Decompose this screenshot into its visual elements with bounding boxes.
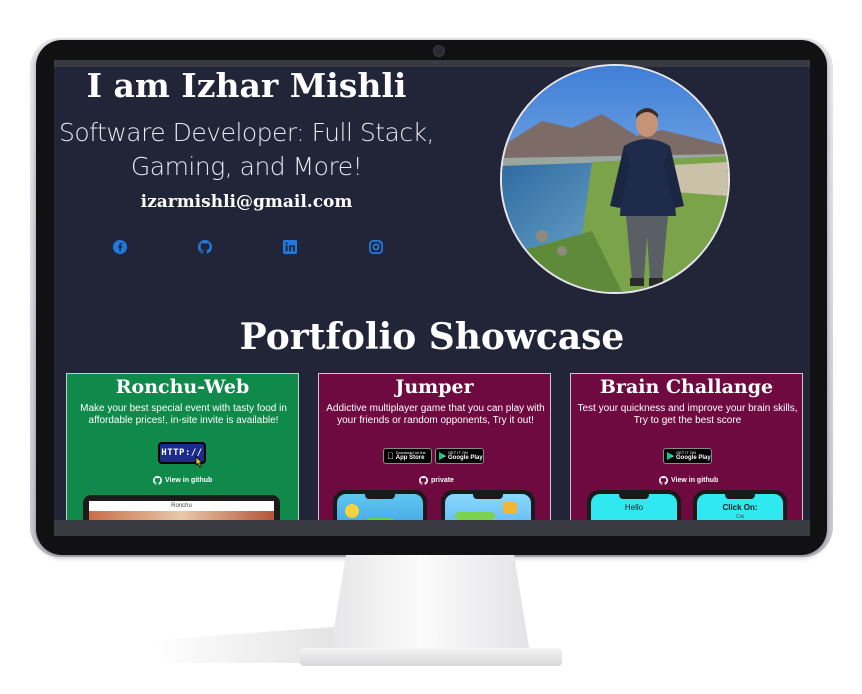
website-screen: I am Izhar Mishli Software Developer: Fu… [54, 60, 810, 536]
monitor-stand-base [300, 648, 562, 666]
webcam [433, 45, 445, 57]
project-description: Make your best special event with tasty … [80, 403, 287, 426]
project-title: Ronchu-Web [115, 376, 250, 398]
apple-icon:  [387, 451, 394, 461]
project-card-jumper[interactable]: Jumper Addictive multiplayer game that y… [318, 373, 551, 533]
github-link-label: private [431, 476, 454, 484]
preview-title: Ronchu [89, 501, 274, 511]
project-title: Brain Challange [599, 376, 774, 398]
github-icon [153, 475, 162, 485]
github-icon[interactable] [198, 240, 212, 254]
linkedin-icon[interactable] [283, 240, 297, 254]
app-store-badge[interactable]:  Download on the App Store [383, 448, 432, 464]
pointer-cursor-icon [195, 456, 203, 468]
hero-role-line-1: Software Developer: Full Stack, [58, 118, 435, 147]
google-play-big-text: Google Play [448, 454, 483, 461]
monitor-stand [330, 555, 530, 653]
hero-role: Software Developer: Full Stack, Gaming, … [54, 116, 439, 184]
app-store-small-text: Download on the [389, 449, 426, 455]
google-play-badge[interactable]: GET IT ON Google Play [663, 448, 712, 464]
profile-photo [500, 64, 730, 294]
github-icon [659, 475, 668, 485]
github-link[interactable]: View in github [153, 474, 212, 486]
project-description: Test your quickness and improve your bra… [577, 403, 798, 426]
github-link-label: View in github [671, 476, 719, 484]
google-play-icon [439, 452, 446, 460]
phone-screen-text: Hello [624, 503, 644, 512]
hero-name: I am Izhar Mishli [86, 66, 407, 105]
google-play-badge[interactable]: GET IT ON Google Play [435, 448, 484, 464]
github-link-label: View in github [165, 476, 213, 484]
github-link[interactable]: private [419, 474, 454, 486]
project-card-ronchu-web[interactable]: Ronchu-Web Make your best special event … [66, 373, 299, 533]
project-card-brain-challange[interactable]: Brain Challange Test your quickness and … [570, 373, 803, 533]
hero-email[interactable]: izarmishli@gmail.com [54, 192, 439, 212]
app-store-big-text: App Store [389, 454, 425, 461]
profile-photo-image [502, 66, 728, 292]
google-play-big-text: Google Play [676, 454, 711, 461]
portfolio-title: Portfolio Showcase [239, 316, 625, 358]
project-title: Jumper [395, 376, 474, 398]
hero-role-line-2: Gaming, and More! [130, 152, 363, 181]
project-description: Addictive multiplayer game that you can … [326, 403, 545, 426]
phone-screen-text: Click On: [722, 503, 758, 512]
screen-bottom-bar [54, 520, 810, 536]
google-play-icon [667, 452, 674, 460]
instagram-icon[interactable] [369, 240, 383, 254]
github-link[interactable]: View in github [659, 474, 718, 486]
social-links [54, 240, 439, 256]
facebook-icon[interactable] [113, 240, 127, 254]
github-icon [419, 475, 428, 485]
